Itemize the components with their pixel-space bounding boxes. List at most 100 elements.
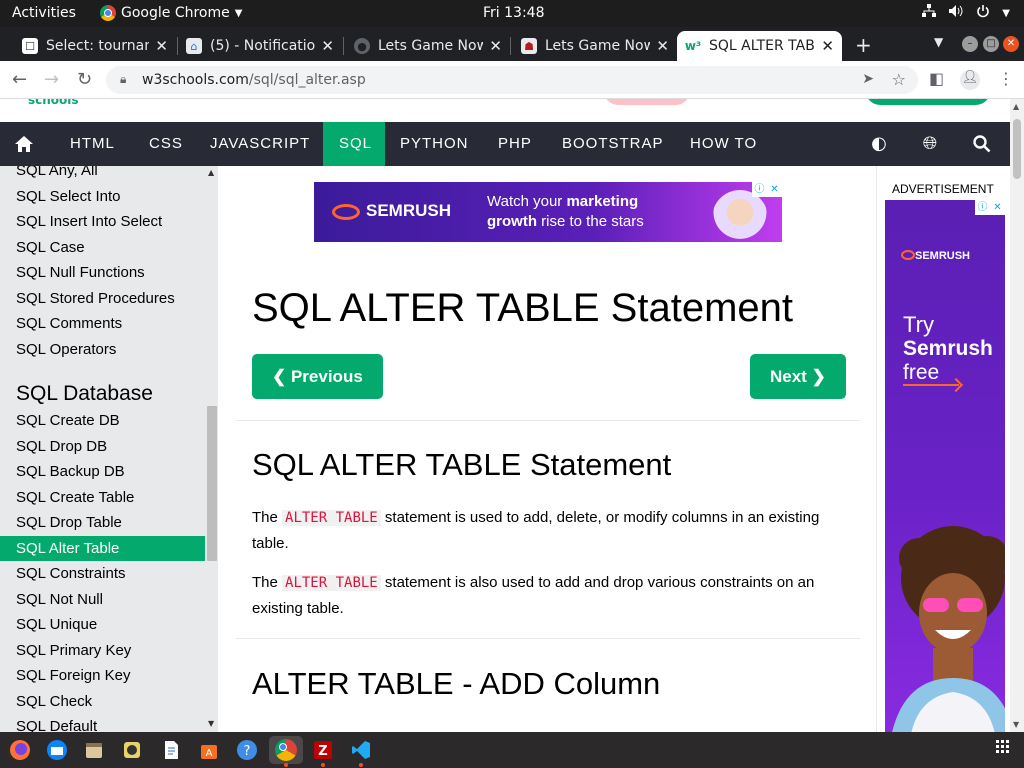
sidebar-item-sql-drop-table[interactable]: SQL Drop Table — [0, 510, 205, 536]
tab-lets-game-now-2[interactable]: ☗ Lets Game Now ✕ — [513, 31, 677, 61]
menu-kebab-icon[interactable]: ⋮ — [998, 69, 1014, 88]
sidebar-item-sql-comments[interactable]: SQL Comments — [0, 311, 205, 337]
scroll-down-icon[interactable]: ▼ — [1013, 720, 1019, 729]
home-icon[interactable] — [9, 122, 39, 166]
semrush-skyscraper-ad[interactable]: ⓘ ✕ SEMRUSH Try Semrush free — [885, 200, 1005, 732]
page-scroll-thumb[interactable] — [1013, 119, 1021, 179]
sidebar-item-sql-foreign-key[interactable]: SQL Foreign Key — [0, 663, 205, 689]
ad-close-icon[interactable]: ✕ — [767, 182, 782, 197]
tab-notifications[interactable]: ⌂ (5) - Notificatio ✕ — [178, 31, 342, 61]
sidebar-item-sql-select-into[interactable]: SQL Select Into — [0, 184, 205, 210]
sidebar-item-sql-operators[interactable]: SQL Operators — [0, 337, 205, 363]
side-panel-icon[interactable]: ◧ — [929, 69, 944, 88]
ad-info-icon[interactable]: ⓘ — [975, 200, 990, 215]
app-menu[interactable]: Google Chrome ▼ — [100, 5, 242, 21]
close-window-icon[interactable]: ✕ — [1003, 36, 1019, 52]
close-icon[interactable]: ✕ — [489, 37, 502, 55]
nav-php[interactable]: PHP — [482, 122, 548, 166]
sidebar-item-sql-any-all[interactable]: SQL Any, All — [0, 166, 205, 184]
ad-info-icon[interactable]: ⓘ — [752, 182, 767, 197]
w3schools-logo[interactable]: schools — [28, 99, 79, 107]
tab-search-button[interactable]: ▼ — [934, 35, 943, 49]
next-button[interactable]: Next ❯ — [750, 354, 846, 399]
filezilla-icon[interactable]: Z — [309, 736, 337, 767]
back-icon[interactable]: ← — [12, 69, 27, 90]
software-center-icon[interactable]: A — [195, 736, 223, 764]
scroll-down-icon[interactable]: ▼ — [208, 719, 214, 728]
ad-close-icon[interactable]: ✕ — [990, 200, 1005, 215]
nav-javascript[interactable]: JAVASCRIPT — [194, 122, 326, 166]
sidebar-item-sql-drop-db[interactable]: SQL Drop DB — [0, 434, 205, 460]
sidebar-item-sql-not-null[interactable]: SQL Not Null — [0, 587, 205, 613]
search-icon[interactable] — [967, 122, 997, 166]
close-icon[interactable]: ✕ — [321, 37, 334, 55]
maximize-icon[interactable]: □ — [983, 36, 999, 52]
system-tray[interactable]: ▼ — [922, 4, 1010, 22]
header-green-button[interactable] — [866, 99, 990, 105]
tab-lets-game-now-1[interactable]: ● Lets Game Now ✕ — [346, 31, 510, 61]
sidebar-item-sql-backup-db[interactable]: SQL Backup DB — [0, 459, 205, 485]
svg-text:A: A — [206, 748, 213, 759]
minimize-icon[interactable]: – — [962, 36, 978, 52]
previous-button[interactable]: ❮ Previous — [252, 354, 383, 399]
sidebar-item-sql-stored-procedures[interactable]: SQL Stored Procedures — [0, 286, 205, 312]
svg-text:Z: Z — [318, 744, 327, 759]
close-icon[interactable]: ✕ — [155, 37, 168, 55]
vscode-icon[interactable] — [347, 736, 375, 767]
sidebar-scrollbar[interactable]: ▲ ▼ — [205, 166, 218, 732]
sidebar-item-sql-alter-table[interactable]: SQL Alter Table — [0, 535, 205, 561]
sidebar-item-sql-case[interactable]: SQL Case — [0, 235, 205, 261]
scroll-up-icon[interactable]: ▲ — [1013, 102, 1019, 111]
profile-avatar-icon[interactable]: 👤︎ — [960, 70, 980, 90]
help-icon[interactable]: ? — [233, 736, 261, 764]
browser-toolbar: ← → ↻ 🔒︎ w3schools.com/sql/sql_alter.asp… — [0, 61, 1024, 99]
nav-sql[interactable]: SQL — [323, 122, 385, 166]
chrome-dock-icon[interactable] — [269, 736, 303, 767]
close-icon[interactable]: ✕ — [821, 37, 834, 55]
bookmark-star-icon[interactable]: ☆ — [892, 70, 906, 89]
sidebar-scroll-thumb[interactable] — [207, 406, 217, 561]
sidebar-item-sql-null-functions[interactable]: SQL Null Functions — [0, 260, 205, 286]
nav-bootstrap[interactable]: BOOTSTRAP — [546, 122, 680, 166]
tab-sql-alter-table[interactable]: w³ SQL ALTER TABL ✕ — [677, 31, 842, 61]
ad-controls: ⓘ ✕ — [752, 182, 782, 197]
rhythmbox-icon[interactable] — [118, 736, 146, 764]
chrome-icon — [275, 739, 297, 761]
files-icon[interactable] — [80, 736, 108, 764]
address-bar[interactable]: 🔒︎ w3schools.com/sql/sql_alter.asp ➤ ☆ — [106, 66, 918, 94]
header-pink-button[interactable] — [604, 99, 690, 105]
nav-python[interactable]: PYTHON — [384, 122, 485, 166]
sidebar-item-sql-insert-into-select[interactable]: SQL Insert Into Select — [0, 209, 205, 235]
sidebar-item-sql-constraints[interactable]: SQL Constraints — [0, 561, 205, 587]
dark-mode-icon[interactable]: ◐ — [864, 122, 894, 166]
nav-how-to[interactable]: HOW TO — [674, 122, 773, 166]
tab-select-tournament[interactable]: ☐ Select: tournam ✕ — [14, 31, 176, 61]
nav-css[interactable]: CSS — [133, 122, 199, 166]
arrow-right-icon — [903, 384, 959, 386]
semrush-banner-ad[interactable]: SEMRUSH Watch your marketing growth rise… — [314, 182, 782, 242]
forward-icon[interactable]: → — [44, 69, 59, 90]
lock-icon[interactable]: 🔒︎ — [120, 72, 126, 87]
power-icon — [976, 4, 990, 22]
nav-html[interactable]: HTML — [54, 122, 131, 166]
page-scrollbar[interactable]: ▲ ▼ — [1010, 99, 1024, 732]
libreoffice-writer-icon[interactable] — [157, 736, 185, 764]
tab-title: SQL ALTER TABL — [709, 38, 816, 54]
new-tab-button[interactable]: + — [855, 33, 872, 57]
sidebar-item-sql-create-db[interactable]: SQL Create DB — [0, 408, 205, 434]
thunderbird-icon[interactable] — [43, 736, 71, 764]
activities-button[interactable]: Activities — [12, 5, 76, 21]
scroll-up-icon[interactable]: ▲ — [208, 168, 214, 177]
reload-icon[interactable]: ↻ — [77, 69, 92, 90]
firefox-icon[interactable] — [6, 736, 34, 764]
send-to-device-icon[interactable]: ➤ — [862, 71, 874, 87]
sidebar-item-sql-check[interactable]: SQL Check — [0, 689, 205, 715]
show-applications-icon[interactable] — [996, 740, 1010, 758]
clock[interactable]: Fri 13:48 — [483, 5, 544, 21]
sidebar-item-sql-create-table[interactable]: SQL Create Table — [0, 485, 205, 511]
close-icon[interactable]: ✕ — [656, 37, 669, 55]
globe-icon[interactable]: 🌐︎ — [915, 122, 945, 166]
sidebar-item-sql-unique[interactable]: SQL Unique — [0, 612, 205, 638]
sidebar-item-sql-default[interactable]: SQL Default — [0, 714, 205, 732]
sidebar-item-sql-primary-key[interactable]: SQL Primary Key — [0, 638, 205, 664]
